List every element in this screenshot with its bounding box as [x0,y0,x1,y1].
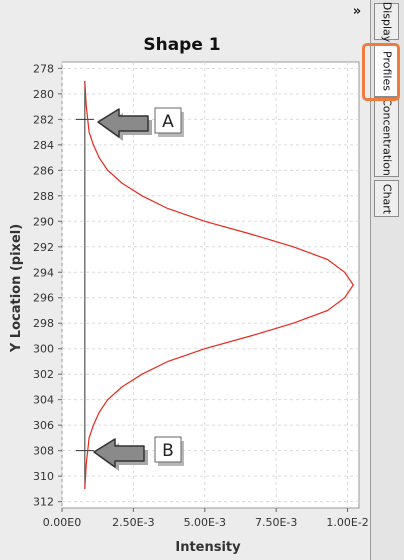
y-tick-label: 302 [33,368,54,381]
x-tick-label: 2.50E-3 [112,516,154,529]
y-tick-label: 286 [33,164,54,177]
y-tick-label: 308 [33,445,54,458]
profile-plot-panel: Shape 1 278 280 282 284 286 288 290 292 294 296 29… [0,0,370,560]
y-tick-label: 292 [33,241,54,254]
profile-chart: Shape 1 278 280 282 284 286 288 290 292 294 296 29… [9,35,369,555]
x-axis-label: Intensity [175,540,241,555]
tab-profiles-label: Profiles [380,51,393,91]
marker-b-label: B [162,441,174,461]
collapse-sidebar-button[interactable]: » [347,4,367,20]
y-tick-label: 284 [33,139,54,152]
y-tick-label: 306 [33,419,54,432]
y-tick-label: 304 [33,394,54,407]
y-tick-label: 310 [33,470,54,483]
y-axis-label: Y Location (pixel) [9,224,24,353]
y-tick-label: 312 [33,496,54,509]
y-axis-ticks: 278 280 282 284 286 288 290 292 294 296 298 300 302 3… [33,62,62,509]
tab-concentration-label: Concentration [380,98,393,176]
x-axis-ticks: 0.00E0 2.50E-3 5.00E-3 7.50E-3 1.00E-2 [43,508,369,529]
y-tick-label: 294 [33,266,54,279]
tab-chart-label: Chart [380,183,393,214]
tab-profiles[interactable]: Profiles [374,45,399,97]
tab-display-label: Display [380,1,393,42]
tab-concentration[interactable]: Concentration [374,97,399,177]
chart-title: Shape 1 [143,35,220,55]
x-tick-label: 1.00E-2 [326,516,368,529]
tab-display[interactable]: Display [374,1,399,42]
x-tick-label: 5.00E-3 [184,516,226,529]
side-tab-bar: » Display Profiles Concentration Chart [353,0,404,560]
y-tick-label: 290 [33,215,54,228]
y-tick-label: 296 [33,292,54,305]
y-tick-label: 280 [33,88,54,101]
y-tick-label: 298 [33,317,54,330]
y-tick-label: 288 [33,190,54,203]
y-tick-label: 300 [33,343,54,356]
tab-chart[interactable]: Chart [374,180,399,217]
x-tick-label: 0.00E0 [43,516,81,529]
x-tick-label: 7.50E-3 [255,516,297,529]
y-tick-label: 278 [33,62,54,75]
y-tick-label: 282 [33,113,54,126]
marker-a-label: A [162,112,174,132]
